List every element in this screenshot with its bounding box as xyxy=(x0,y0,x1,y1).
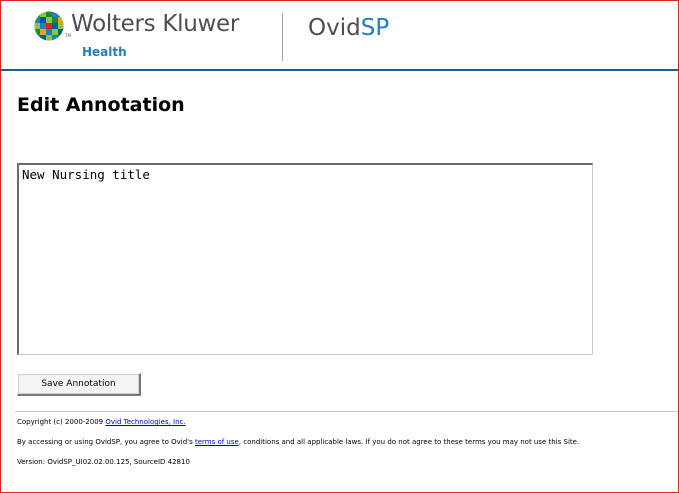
terms-line: By accessing or using OvidSP, you agree … xyxy=(17,437,579,457)
version-line: Version: OvidSP_UI02.02.00.125, SourceID… xyxy=(17,458,190,466)
terms-of-use-link[interactable]: terms of use xyxy=(195,438,239,446)
brand-subtitle: Health xyxy=(82,45,127,59)
save-annotation-button[interactable]: Save Annotation xyxy=(17,373,141,396)
page-frame: TM Wolters Kluwer Health OvidSP Edit Ann… xyxy=(0,0,679,493)
terms-prefix-text: By accessing or using OvidSP, you agree … xyxy=(17,438,195,446)
header-rule xyxy=(1,69,678,71)
footer: Copyright (c) 2000-2009 Ovid Technologie… xyxy=(17,417,579,477)
product-logo[interactable]: OvidSP xyxy=(308,15,389,41)
terms-suffix-text: , conditions and all applicable laws. If… xyxy=(238,438,580,446)
annotation-textarea[interactable]: New Nursing title xyxy=(17,163,593,355)
copyright-line: Copyright (c) 2000-2009 Ovid Technologie… xyxy=(17,417,579,437)
footer-rule xyxy=(15,411,678,412)
product-name-suffix: SP xyxy=(360,15,390,41)
page-title: Edit Annotation xyxy=(17,94,185,116)
ovid-technologies-link[interactable]: Ovid Technologies, Inc. xyxy=(105,418,185,426)
header: TM Wolters Kluwer Health OvidSP xyxy=(1,1,678,69)
wolters-kluwer-mark-icon xyxy=(34,11,64,41)
copyright-text: Copyright (c) 2000-2009 xyxy=(17,418,106,426)
brand-name: Wolters Kluwer xyxy=(71,11,240,37)
product-name-prefix: Ovid xyxy=(308,15,361,41)
header-divider xyxy=(282,13,283,61)
